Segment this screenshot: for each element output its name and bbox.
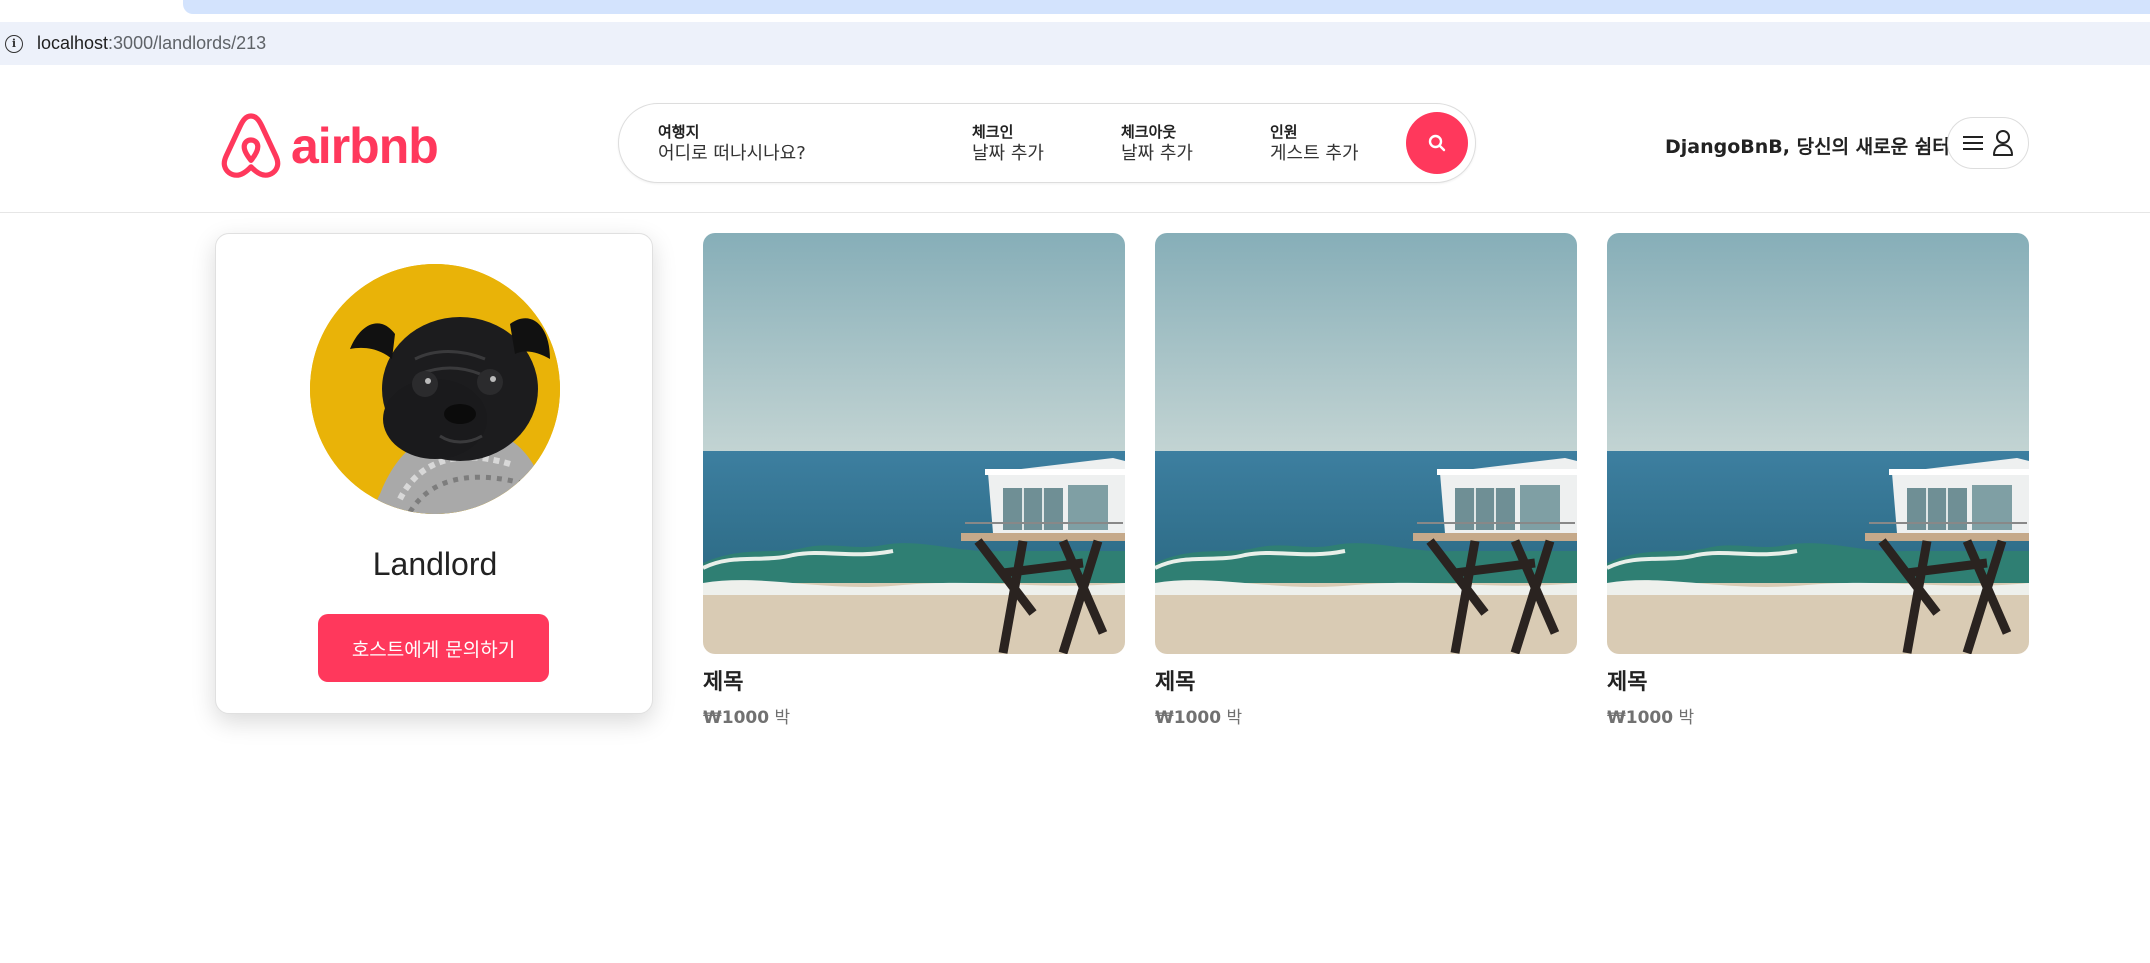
price-amount: ₩1000: [703, 708, 770, 728]
guests-value: 게스트 추가: [1270, 143, 1359, 164]
address-bar[interactable]: i localhost:3000/landlords/213: [0, 22, 2150, 65]
guests-label: 인원: [1270, 123, 1298, 141]
contact-host-button[interactable]: 호스트에게 문의하기: [318, 614, 549, 682]
site-header: airbnb 여행지 어디로 떠나시나요? 체크인 날짜 추가 체크아웃 날짜 …: [0, 72, 2150, 213]
checkin-label: 체크인: [972, 123, 1014, 141]
beach-house-image: [1155, 233, 1577, 654]
listing-photo[interactable]: [703, 233, 1125, 654]
airbnb-logo-icon: [221, 113, 281, 178]
price-unit: 박: [1226, 708, 1243, 728]
search-button[interactable]: [1406, 112, 1468, 174]
user-icon: [1993, 130, 2013, 156]
active-tab[interactable]: [183, 0, 2150, 14]
where-label: 여행지: [658, 123, 700, 141]
checkout-label: 체크아웃: [1121, 123, 1177, 141]
price-unit: 박: [774, 708, 791, 728]
listing-card[interactable]: 제목 ₩1000 박: [1155, 233, 1577, 730]
landlord-profile-card: Landlord 호스트에게 문의하기: [215, 233, 653, 714]
beach-house-image: [1607, 233, 2029, 654]
browser-tabstrip: [0, 0, 2150, 15]
search-icon: [1428, 134, 1446, 152]
airbnb-logo[interactable]: airbnb: [219, 112, 439, 180]
listing-photo[interactable]: [1155, 233, 1577, 654]
search-guests[interactable]: 인원 게스트 추가: [1270, 122, 1359, 166]
listing-title[interactable]: 제목: [1155, 668, 1577, 698]
search-checkout[interactable]: 체크아웃 날짜 추가: [1121, 122, 1193, 166]
price-amount: ₩1000: [1155, 708, 1222, 728]
listing-photo[interactable]: [1607, 233, 2029, 654]
checkin-value: 날짜 추가: [972, 143, 1044, 164]
pug-avatar-image: [310, 264, 560, 514]
listing-price: ₩1000 박: [703, 706, 1125, 730]
price-unit: 박: [1678, 708, 1695, 728]
price-amount: ₩1000: [1607, 708, 1674, 728]
search-where[interactable]: 여행지 어디로 떠나시나요?: [658, 122, 806, 166]
site-tagline[interactable]: DjangoBnB, 당신의 새로운 쉼터: [1665, 132, 1950, 159]
listing-title[interactable]: 제목: [703, 668, 1125, 698]
listing-card[interactable]: 제목 ₩1000 박: [1607, 233, 2029, 730]
where-value: 어디로 떠나시나요?: [658, 143, 806, 164]
site-info-icon[interactable]: i: [5, 34, 23, 53]
listing-title[interactable]: 제목: [1607, 668, 2029, 698]
avatar: [310, 264, 560, 514]
checkout-value: 날짜 추가: [1121, 143, 1193, 164]
listing-price: ₩1000 박: [1607, 706, 2029, 730]
url-text[interactable]: localhost:3000/landlords/213: [37, 33, 266, 54]
landlord-name: Landlord: [372, 546, 498, 582]
listing-card[interactable]: 제목 ₩1000 박: [703, 233, 1125, 730]
listing-price: ₩1000 박: [1155, 706, 1577, 730]
beach-house-image: [703, 233, 1125, 654]
logo-wordmark: airbnb: [291, 118, 439, 174]
search-checkin[interactable]: 체크인 날짜 추가: [972, 122, 1044, 166]
search-bar[interactable]: 여행지 어디로 떠나시나요? 체크인 날짜 추가 체크아웃 날짜 추가 인원 게…: [618, 103, 1476, 183]
user-menu-button[interactable]: [1947, 117, 2029, 169]
hamburger-menu-icon: [1963, 136, 1983, 150]
